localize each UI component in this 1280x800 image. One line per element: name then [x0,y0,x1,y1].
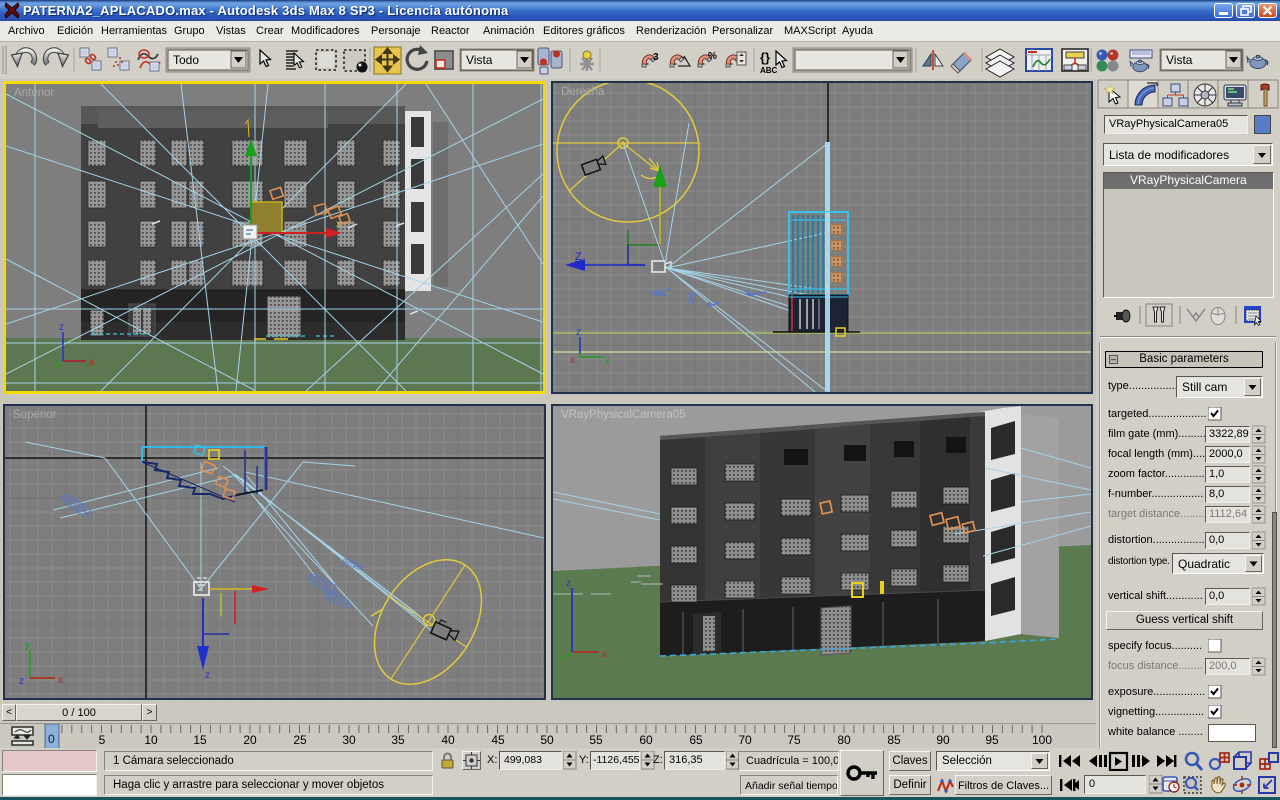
svg-text:x: x [570,355,575,366]
svg-text:{}: {} [760,50,770,65]
svg-text:y: y [25,640,30,651]
svg-text:85: 85 [887,733,901,747]
svg-text:70: 70 [738,733,752,747]
svg-text:z: z [576,327,581,338]
svg-text:3: 3 [653,52,659,63]
svg-text:90: 90 [936,733,950,747]
svg-text:z: z [566,578,571,589]
svg-text:5: 5 [99,733,106,747]
svg-text:45: 45 [491,733,505,747]
svg-text:y: y [605,355,610,366]
svg-text:25: 25 [293,733,307,747]
svg-text:50: 50 [540,733,554,747]
svg-text:30: 30 [342,733,356,747]
svg-text:95: 95 [985,733,999,747]
svg-text:x: x [58,675,63,686]
svg-text:20: 20 [243,733,257,747]
svg-text:Z: Z [575,251,582,263]
svg-text:z: z [205,670,210,681]
svg-text:10: 10 [144,733,158,747]
svg-text:65: 65 [689,733,703,747]
svg-text:x: x [89,357,94,368]
svg-text:Vista: Vista [466,53,493,67]
svg-text:15: 15 [193,733,207,747]
svg-text:40: 40 [441,733,455,747]
svg-text:Todo: Todo [173,53,199,67]
svg-text:80: 80 [837,733,851,747]
svg-text:x: x [602,649,607,660]
svg-text:z: z [59,322,64,333]
svg-text:0: 0 [48,732,55,746]
svg-text:75: 75 [787,733,801,747]
svg-text:55: 55 [589,733,603,747]
svg-text:z: z [19,676,24,687]
svg-text:100: 100 [1032,733,1052,747]
svg-text:60: 60 [639,733,653,747]
svg-text:y: y [56,358,61,369]
svg-text:ABC: ABC [760,66,778,75]
svg-text:%: % [708,51,717,62]
svg-text:35: 35 [391,733,405,747]
svg-text:Vista: Vista [1166,53,1193,67]
